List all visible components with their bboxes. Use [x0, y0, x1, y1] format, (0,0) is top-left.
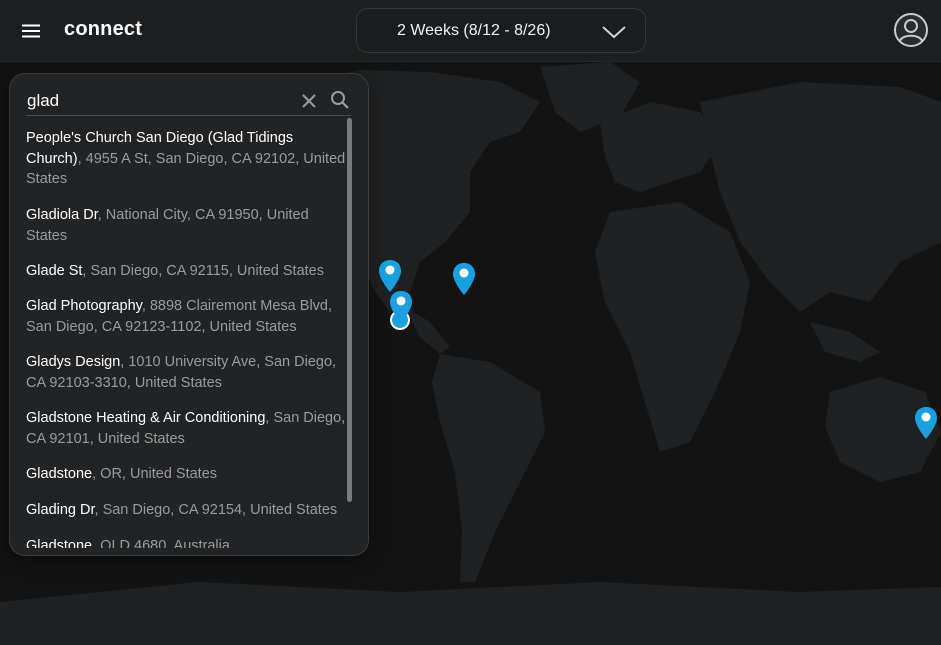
- list-item[interactable]: Gladiola Dr, National City, CA 91950, Un…: [26, 205, 345, 246]
- search-input[interactable]: [26, 88, 291, 114]
- list-item[interactable]: Glad Photography, 8898 Clairemont Mesa B…: [26, 296, 345, 337]
- list-item[interactable]: Glade St, San Diego, CA 92115, United St…: [26, 261, 345, 282]
- top-bar: connect 2 Weeks (8/12 - 8/26): [0, 0, 941, 62]
- search-panel: People's Church San Diego (Glad Tidings …: [9, 73, 369, 556]
- date-range-select[interactable]: 2 Weeks (8/12 - 8/26): [356, 8, 646, 53]
- map-pin-icon[interactable]: [914, 406, 938, 440]
- close-icon[interactable]: [298, 90, 320, 112]
- account-circle-icon[interactable]: [893, 12, 929, 48]
- list-item[interactable]: Gladys Design, 1010 University Ave, San …: [26, 352, 345, 393]
- map-pin-icon[interactable]: [389, 290, 413, 324]
- results-scrollbar[interactable]: [347, 118, 352, 502]
- list-item[interactable]: Gladstone Heating & Air Conditioning, Sa…: [26, 408, 345, 449]
- map-pin-icon[interactable]: [378, 259, 402, 293]
- menu-button[interactable]: [14, 14, 48, 48]
- list-item[interactable]: People's Church San Diego (Glad Tidings …: [26, 128, 345, 190]
- app-name: connect: [64, 18, 143, 40]
- list-item[interactable]: Gladstone, QLD 4680, Australia: [26, 536, 345, 548]
- chevron-down-icon: [602, 26, 626, 39]
- search-icon[interactable]: [329, 89, 351, 111]
- map-pin-icon[interactable]: [452, 262, 476, 296]
- search-results-list: People's Church San Diego (Glad Tidings …: [10, 120, 345, 548]
- search-bar: [26, 88, 351, 116]
- list-item[interactable]: Glading Dr, San Diego, CA 92154, United …: [26, 500, 345, 521]
- menu-icon: [22, 24, 40, 38]
- list-item[interactable]: Gladstone, OR, United States: [26, 464, 345, 485]
- date-range-label: 2 Weeks (8/12 - 8/26): [397, 22, 551, 39]
